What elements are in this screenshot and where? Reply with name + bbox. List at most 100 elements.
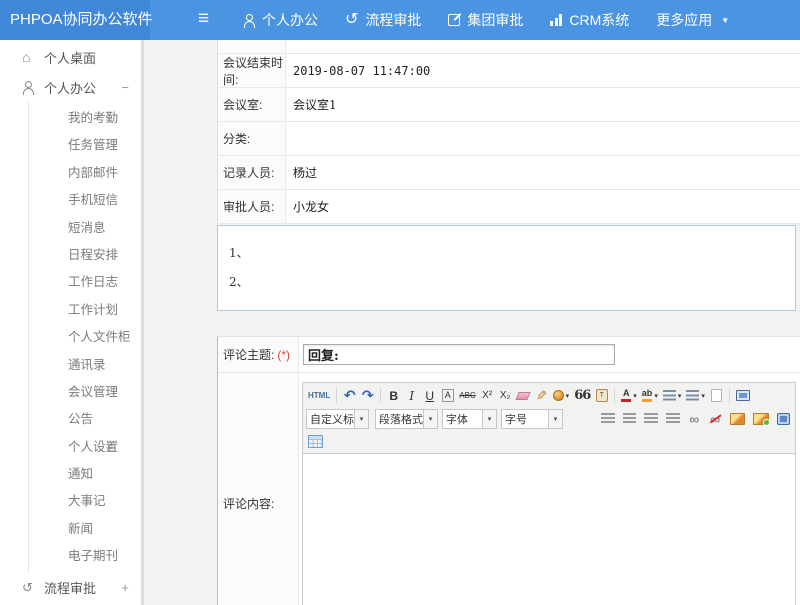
color-palette-icon[interactable]: ▾ [551,387,572,405]
redo-icon[interactable]: ↷ [359,387,376,405]
toolbar-row-3 [306,431,792,451]
toolbar-row-2: 自定义标题▾ 段落格式▾ 字体▾ 字号▾ ∞ ∞ [306,406,792,431]
sidebar-subgroup: 我的考勤 任务管理 内部邮件 手机短信 短消息 日程安排 工作日志 工作计划 个… [28,102,141,573]
home-icon: ⌂ [22,49,37,65]
align-justify-icon[interactable] [664,410,682,428]
sidebar-item-attendance[interactable]: 我的考勤 [29,105,141,132]
paste-as-text-icon[interactable]: T [593,387,610,405]
sidebar-item-events[interactable]: 大事记 [29,488,141,515]
content-line: 1、 [229,239,795,268]
row-label-cell: 会议室: [218,88,286,121]
sidebar-item-workflow-approval[interactable]: ↺ 流程审批 + [0,573,141,603]
expand-icon[interactable]: + [105,434,113,461]
align-right-icon[interactable] [642,410,660,428]
workflow-icon: ↺ [22,581,37,595]
caret-down-icon: ▾ [354,410,368,428]
comment-subject-row: 评论主题: (*) [218,337,800,373]
font-select[interactable]: 字体▾ [442,409,497,429]
hamburger-menu-icon[interactable]: ≡ [198,0,209,40]
collapse-icon[interactable]: − [121,80,129,95]
strikethrough-icon[interactable]: ABC [457,387,477,405]
sidebar-item-work-log[interactable]: 工作日志 [29,269,141,296]
fullscreen-icon[interactable] [734,387,752,405]
sidebar-item-meeting-mgmt[interactable]: 会议管理 [29,379,141,406]
sidebar-item-notice[interactable]: 通知 [29,461,141,488]
nav-crm-system[interactable]: CRM系统 [550,10,629,30]
sidebar-item-personal-settings[interactable]: 个人设置 + [29,434,141,461]
media-icon[interactable] [775,410,792,428]
align-center-icon[interactable] [621,410,639,428]
row-value-cell: 2019-08-07 11:47:00 [286,54,800,87]
select-value: 自定义标题 [307,411,354,427]
nav-personal-office[interactable]: 个人办公 [243,10,318,30]
nav-workflow-approval[interactable]: ↺ 流程审批 [345,10,421,30]
ordered-list-icon[interactable]: ▾ [661,387,684,405]
unlink-icon[interactable]: ∞ [707,410,724,428]
image-plus-shape [753,413,769,425]
highlight-color-icon[interactable]: ab▾ [640,387,660,405]
align-left-icon[interactable] [599,410,617,428]
unordered-list-icon[interactable]: ▾ [684,387,707,405]
editor-content-area[interactable] [303,454,795,605]
row-label-cell: 会议结束时间: [218,54,286,87]
nav-group-approval[interactable]: 集团审批 [448,10,523,30]
sidebar-item-news[interactable]: 新闻 [29,516,141,543]
caret-icon: ▾ [678,392,682,400]
nav-label: 个人办公 [262,10,318,30]
nav-more-apps[interactable]: 更多应用 ▼ [656,10,729,30]
bar-chart-icon [550,14,562,26]
history-icon: ↺ [345,13,358,27]
row-value-cell [286,122,800,155]
subscript-icon[interactable]: X₂ [497,387,514,405]
paste-glyph: T [596,389,608,402]
sidebar-item-contacts[interactable]: 通讯录 [29,352,141,379]
sidebar-item-tasks[interactable]: 任务管理 [29,132,141,159]
paragraph-select[interactable]: 段落格式▾ [375,409,438,429]
toolbar-separator [729,388,730,403]
new-page-icon[interactable] [708,387,725,405]
subject-label: 评论主题: [223,346,274,363]
sidebar-item-work-plan[interactable]: 工作计划 [29,297,141,324]
italic-icon[interactable]: I [403,387,420,405]
caret-icon: ▾ [633,392,637,400]
table-icon[interactable] [306,432,325,450]
font-style-icon[interactable]: A [439,387,456,405]
color-bar [621,399,631,402]
nav-label: 更多应用 [656,10,712,30]
fontsize-select[interactable]: 字号▾ [501,409,563,429]
link-icon[interactable]: ∞ [686,410,703,428]
row-label-cell: 记录人员: [218,156,286,189]
expand-icon[interactable]: + [121,580,129,595]
table-row: 审批人员: 小龙女 [218,190,800,224]
sidebar-item-internal-mail[interactable]: 内部邮件 [29,160,141,187]
sidebar-item-desktop[interactable]: ⌂ 个人桌面 [0,42,141,72]
sidebar-item-schedule[interactable]: 日程安排 [29,242,141,269]
sidebar-item-e-journal[interactable]: 电子期刊 [29,543,141,570]
eraser-icon[interactable] [515,387,532,405]
undo-icon[interactable]: ↶ [341,387,358,405]
media-shape [777,413,790,425]
format-brush-icon[interactable]: ✎ [533,387,550,405]
font-color-icon[interactable]: A▾ [619,387,639,405]
sidebar: ⌂ 个人桌面 个人办公 − 我的考勤 任务管理 内部邮件 手机短信 短消息 日程… [0,40,141,605]
nav-label: 集团审批 [467,10,523,30]
nav-label: CRM系统 [569,10,629,30]
heading-select[interactable]: 自定义标题▾ [306,409,369,429]
superscript-icon[interactable]: X² [479,387,496,405]
sidebar-item-personal-office[interactable]: 个人办公 − [0,72,141,102]
toolbar-separator [614,388,615,403]
blockquote-icon[interactable]: 66 [572,387,592,405]
image-icon[interactable] [728,410,748,428]
sidebar-item-file-cabinet[interactable]: 个人文件柜 [29,324,141,351]
source-code-button[interactable]: HTML [306,387,332,405]
sidebar-item-short-message[interactable]: 短消息 [29,215,141,242]
sidebar-item-announcement[interactable]: 公告 [29,406,141,433]
multi-image-icon[interactable] [751,410,771,428]
sidebar-scrollbar[interactable] [141,40,144,605]
sidebar-item-sms[interactable]: 手机短信 [29,187,141,214]
underline-icon[interactable]: U [421,387,438,405]
bold-icon[interactable]: B [385,387,402,405]
align-shape [666,413,680,424]
comment-subject-input[interactable] [303,344,615,365]
font-color-glyph: A [623,389,630,398]
